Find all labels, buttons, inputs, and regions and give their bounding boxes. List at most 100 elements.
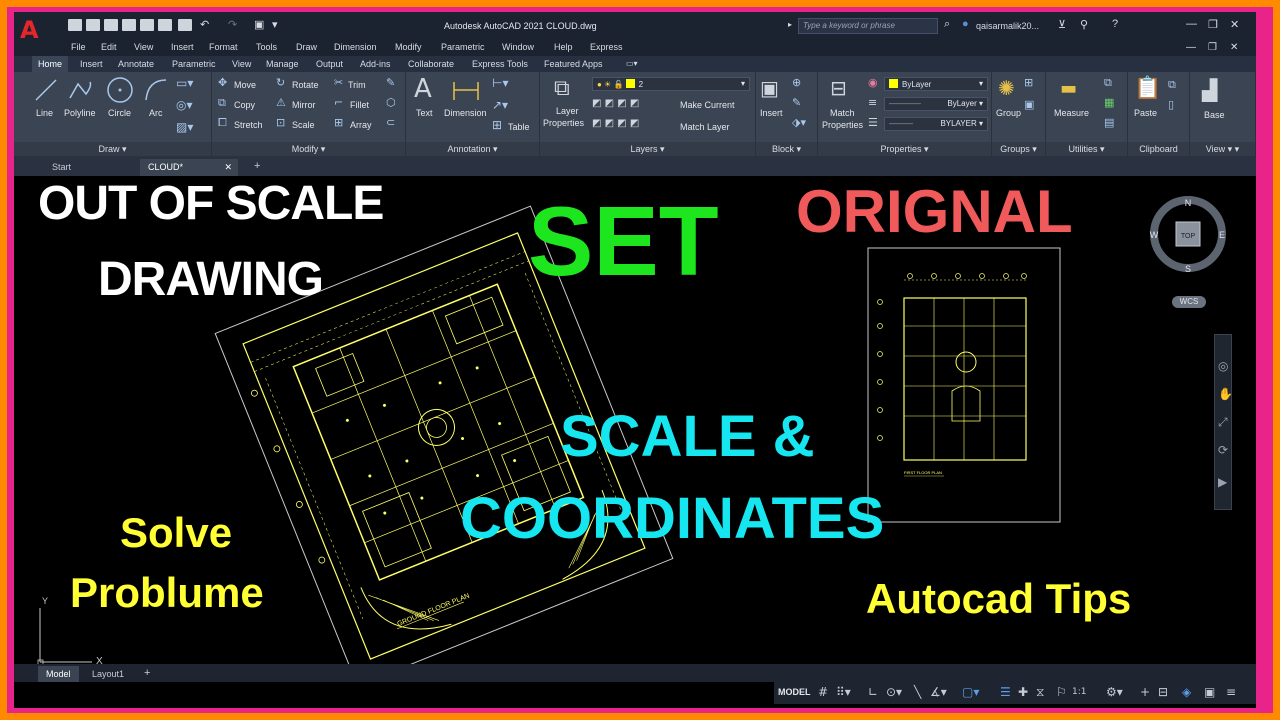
selection-cycling-icon[interactable]: ✚ xyxy=(1018,685,1028,699)
layer-properties-button-2[interactable]: Properties xyxy=(543,118,584,128)
arc-icon[interactable] xyxy=(142,76,170,104)
layer-properties-icon[interactable]: ⧉ xyxy=(554,76,570,101)
panel-title-clipboard[interactable]: Clipboard xyxy=(1128,142,1189,156)
web-mobile-icon[interactable] xyxy=(140,19,154,31)
showmotion-icon[interactable]: ▶ xyxy=(1218,475,1227,489)
annotation-scale-icon[interactable]: ⚐ xyxy=(1056,685,1067,699)
menu-help[interactable]: Help xyxy=(554,42,573,52)
scale-button[interactable]: Scale xyxy=(292,120,315,130)
measure-icon[interactable]: ▬ xyxy=(1060,78,1077,99)
tab-annotate[interactable]: Annotate xyxy=(118,59,154,69)
copy-button[interactable]: Copy xyxy=(234,100,255,110)
color-dropdown[interactable]: ByLayer ▾ xyxy=(884,77,988,91)
multileader-icon[interactable]: ↗▾ xyxy=(492,98,508,112)
layer-tools-row2-icon[interactable]: ◩ ◩ ◩ ◩ xyxy=(592,118,639,129)
match-properties-icon[interactable]: ⊟ xyxy=(830,76,847,100)
panel-title-layers[interactable]: Layers ▾ xyxy=(540,142,755,156)
cart-icon[interactable]: ⊻ xyxy=(1058,18,1066,31)
text-icon[interactable]: A xyxy=(414,74,432,104)
drawing-restore-icon[interactable]: ❐ xyxy=(1208,42,1217,53)
menu-file[interactable]: File xyxy=(71,42,86,52)
drawing-close-icon[interactable]: ✕ xyxy=(1230,42,1238,53)
line-icon[interactable] xyxy=(34,78,58,102)
create-block-icon[interactable]: ⊕ xyxy=(792,76,801,89)
hatch-icon[interactable]: ◎▾ xyxy=(176,98,193,112)
expand-icon[interactable]: ▸ xyxy=(788,20,792,29)
search-icon[interactable]: ⌕ xyxy=(944,18,950,31)
tab-add-ins[interactable]: Add-ins xyxy=(360,59,391,69)
group-edit-icon[interactable]: ▣ xyxy=(1024,98,1034,111)
layer-dropdown[interactable]: ● ☀ 🔓 2 ▾ xyxy=(592,77,750,91)
dimension-button[interactable]: Dimension xyxy=(444,108,487,118)
panel-title-view[interactable]: View ▾ ▾ xyxy=(1190,142,1255,156)
web-open-icon[interactable] xyxy=(158,19,172,31)
fillet-button[interactable]: Fillet xyxy=(350,100,369,110)
tab-start[interactable]: Start xyxy=(44,159,138,176)
ungroup-icon[interactable]: ⊞ xyxy=(1024,76,1033,89)
minimize-icon[interactable]: — xyxy=(1186,18,1197,30)
model-space-toggle[interactable]: MODEL xyxy=(778,687,811,697)
move-button[interactable]: Move xyxy=(234,80,256,90)
close-tab-icon[interactable]: ✕ xyxy=(224,162,232,173)
restore-icon[interactable]: ❐ xyxy=(1208,18,1218,31)
id-point-icon[interactable]: ⧉ xyxy=(1104,76,1112,90)
save-as-icon[interactable] xyxy=(122,19,136,31)
make-current-button[interactable]: Make Current xyxy=(680,100,735,110)
share-icon[interactable]: ▣ xyxy=(254,18,264,31)
layer-tools-row1-icon[interactable]: ◩ ◩ ◩ ◩ xyxy=(592,98,639,109)
calculator-icon[interactable]: ▤ xyxy=(1104,116,1114,129)
user-icon[interactable]: ● xyxy=(962,18,969,30)
menu-view[interactable]: View xyxy=(134,42,153,52)
new-layout-icon[interactable]: + xyxy=(136,666,158,682)
copy-clip-icon[interactable]: ⧉ xyxy=(1168,78,1176,92)
user-name[interactable]: qaisarmalik20... xyxy=(976,21,1039,31)
save-icon[interactable] xyxy=(104,19,118,31)
isodraft-icon[interactable]: ╲ xyxy=(914,685,921,699)
offset-icon[interactable]: ⊂ xyxy=(386,116,395,129)
close-icon[interactable]: ✕ xyxy=(1230,18,1239,31)
leader-icon[interactable]: ⊢▾ xyxy=(492,76,508,90)
redo-icon[interactable]: ↷ xyxy=(228,18,237,31)
explode-icon[interactable]: ⬡ xyxy=(386,96,396,109)
customize-status-icon[interactable]: ≡ xyxy=(1226,685,1236,699)
match-layer-button[interactable]: Match Layer xyxy=(680,122,730,132)
menu-window[interactable]: Window xyxy=(502,42,534,52)
tab-collaborate[interactable]: Collaborate xyxy=(408,59,454,69)
panel-title-utilities[interactable]: Utilities ▾ xyxy=(1046,142,1127,156)
tab-view[interactable]: View xyxy=(232,59,251,69)
wcs-menu[interactable]: WCS xyxy=(1172,296,1206,308)
layer-properties-button-1[interactable]: Layer xyxy=(556,106,579,116)
linetype-dropdown[interactable]: ———— ByLayer ▾ xyxy=(884,97,988,111)
ortho-icon[interactable]: ∟ xyxy=(868,685,878,699)
menu-tools[interactable]: Tools xyxy=(256,42,277,52)
menu-dimension[interactable]: Dimension xyxy=(334,42,377,52)
new-file-icon[interactable] xyxy=(68,19,82,31)
match-properties-button-2[interactable]: Properties xyxy=(822,120,863,130)
menu-draw[interactable]: Draw xyxy=(296,42,317,52)
tab-home[interactable]: Home xyxy=(32,56,69,72)
panel-title-groups[interactable]: Groups ▾ xyxy=(992,142,1045,156)
circle-button[interactable]: Circle xyxy=(108,108,131,118)
mirror-button[interactable]: Mirror xyxy=(292,100,316,110)
isolate-objects-icon[interactable]: ◈ xyxy=(1182,685,1191,699)
base-button[interactable]: Base xyxy=(1204,110,1225,120)
lineweight-toggle-icon[interactable]: ☰ xyxy=(1000,685,1011,699)
object-snap-tracking-icon[interactable]: ∡▾ xyxy=(930,685,947,699)
measure-button[interactable]: Measure xyxy=(1054,108,1089,118)
tab-featured-apps[interactable]: Featured Apps xyxy=(544,59,603,69)
steering-wheel-icon[interactable]: ◎ xyxy=(1218,359,1228,373)
grid-icon[interactable]: # xyxy=(818,685,828,699)
customize-quick-access-icon[interactable]: ▾ xyxy=(272,18,278,31)
line-button[interactable]: Line xyxy=(36,108,53,118)
lineweight-dropdown[interactable]: ——— BYLAYER ▾ xyxy=(884,117,988,131)
tab-layout1[interactable]: Layout1 xyxy=(84,666,132,682)
stretch-button[interactable]: Stretch xyxy=(234,120,263,130)
rotate-button[interactable]: Rotate xyxy=(292,80,319,90)
panel-title-draw[interactable]: Draw ▾ xyxy=(14,142,211,156)
erase-icon[interactable]: ✎ xyxy=(386,76,395,89)
base-view-icon[interactable]: ▟ xyxy=(1202,78,1217,102)
pan-icon[interactable]: ✋ xyxy=(1218,387,1233,401)
open-file-icon[interactable] xyxy=(86,19,100,31)
annotation-monitor-icon[interactable]: + xyxy=(1140,685,1150,699)
fullscreen-icon[interactable]: ▣ xyxy=(1204,685,1215,699)
